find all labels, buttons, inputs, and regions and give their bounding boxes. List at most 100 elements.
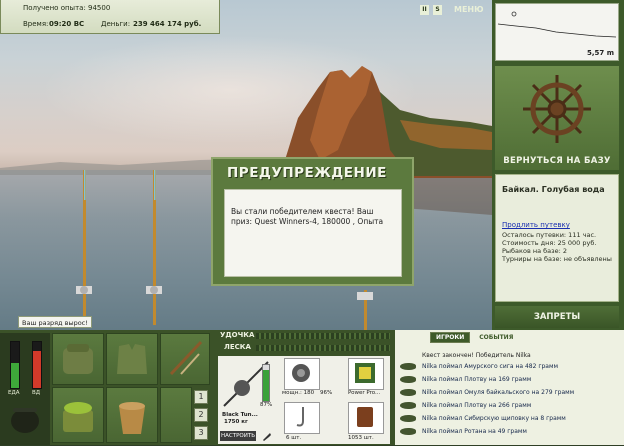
health-gauge <box>32 341 42 389</box>
tournaments-status: Турниры на базе: не объявлены <box>502 255 612 263</box>
health-label: ВД <box>32 390 41 396</box>
time-value: 09:20 ВС <box>49 20 85 28</box>
day-cost: Стоимость дня: 25 000 руб. <box>502 239 597 247</box>
line-tension-bar <box>256 345 390 351</box>
fishing-rod-2[interactable] <box>146 170 162 325</box>
rod-tool-icon <box>169 340 203 376</box>
chat-line: Nilka поймал Амурского сига на 482 грамм <box>400 362 622 373</box>
hook-icon <box>296 407 304 427</box>
food-gauge <box>10 341 20 389</box>
tab-players[interactable]: ИГРОКИ <box>430 332 471 343</box>
inventory-slot-tools[interactable] <box>160 333 210 385</box>
bait-count: 1053 шт. <box>348 435 374 441</box>
bait-basket-icon <box>63 402 93 432</box>
setup-button[interactable]: НАСТРОИТЬ <box>220 431 256 441</box>
fishing-rod-3[interactable] <box>357 290 373 330</box>
dialog-body: Вы стали победителем квеста! Ваш приз: Q… <box>224 189 402 277</box>
location-panel: Байкал. Голубая вода Продлить путевку Ос… <box>495 174 619 302</box>
fish-icon <box>400 376 416 383</box>
inventory-slot-empty[interactable] <box>160 387 192 443</box>
anglers-count: Рыбаков на базе: 2 <box>502 247 567 255</box>
player-info-panel: Получено опыта: 94500 Время: 09:20 ВС Де… <box>0 0 220 34</box>
chat-line-text: Nilka поймал Плотву на 169 грамм <box>422 376 532 383</box>
cauldron-icon[interactable] <box>8 403 42 437</box>
dialog-title: ПРЕДУПРЕЖДЕНИЕ <box>227 165 387 181</box>
reel-slot[interactable] <box>284 358 320 390</box>
equipment-panel: 87% Black Tun... 1750 кг НАСТРОИТЬ мощн.… <box>218 356 390 444</box>
hook-count: 6 шт. <box>286 435 302 441</box>
line-slot[interactable] <box>348 358 384 390</box>
warning-dialog[interactable]: ПРЕДУПРЕЖДЕНИЕ Вы стали победителем квес… <box>211 157 414 286</box>
rod-name: Black Tun... <box>222 412 258 418</box>
extend-trip-link[interactable]: Продлить путевку <box>502 221 570 229</box>
chat-line: Nilka поймал Плотву на 169 грамм <box>400 375 622 386</box>
chat-tabs: ИГРОКИ СОБЫТИЯ <box>430 332 522 343</box>
dialog-message: Вы стали победителем квеста! Ваш приз: Q… <box>231 207 384 226</box>
fish-icon <box>400 402 416 409</box>
trip-remaining: Осталось путевки: 111 час. <box>502 231 597 239</box>
rod-durability-bar <box>262 364 270 402</box>
hook-slot[interactable] <box>284 402 320 434</box>
top-menu-bar: II S МЕНЮ <box>418 5 492 19</box>
bait-slot[interactable] <box>348 402 384 434</box>
slot-number-1[interactable]: 1 <box>194 390 208 404</box>
chat-header-text: Квест закончен! Победитель Nilka <box>422 352 531 359</box>
depth-readout: 5,57 m <box>586 49 614 57</box>
return-to-base-button[interactable]: ВЕРНУТЬСЯ НА БАЗУ <box>495 152 619 170</box>
boat-marker-icon <box>511 11 517 17</box>
reel-icon <box>292 364 310 382</box>
slot-number-3[interactable]: 3 <box>194 426 208 440</box>
fishing-rod-1[interactable] <box>76 170 92 320</box>
vest-icon <box>117 344 147 374</box>
inventory-slot-clothes[interactable] <box>106 333 158 385</box>
bait-can-icon <box>357 407 373 427</box>
chat-line-text: Nilka поймал Ротана на 49 грамм <box>422 428 527 435</box>
tab-events[interactable]: СОБЫТИЯ <box>473 332 520 343</box>
food-gauge-fill <box>11 362 19 388</box>
chat-line: Nilka поймал Плотву на 266 грамм <box>400 401 622 412</box>
chat-header: Квест закончен! Победитель Nilka <box>400 351 622 362</box>
menu-button[interactable]: МЕНЮ <box>454 5 484 14</box>
bucket-icon <box>119 402 145 434</box>
chat-line: Nilka поймал Ротана на 49 грамм <box>400 427 622 438</box>
slot-number-2[interactable]: 2 <box>194 408 208 422</box>
chat-line: Nilka поймал Омуля байкальского на 279 г… <box>400 388 622 399</box>
sound-button[interactable]: S <box>433 5 442 15</box>
inventory-slot-basket[interactable] <box>52 387 104 443</box>
fish-icon <box>400 415 416 422</box>
money-value: 239 464 174 руб. <box>133 20 202 28</box>
line-name: Power Pro... <box>348 390 381 396</box>
location-title: Байкал. Голубая вода <box>502 185 605 194</box>
line-spool-icon <box>355 363 375 383</box>
fish-icon <box>400 389 416 396</box>
line-label: ЛЕСКА <box>224 343 251 351</box>
status-gauges: ЕДА ВД <box>0 333 50 445</box>
experience-text: Получено опыта: 94500 <box>23 4 111 12</box>
reel-info: мощн.: 180 <box>282 390 315 396</box>
rod-weight: 1750 кг <box>224 419 248 425</box>
fish-icon <box>400 428 416 435</box>
chat-line-text: Nilka поймал Омуля байкальского на 279 г… <box>422 389 575 396</box>
rod-label: УДОЧКА <box>220 331 255 339</box>
backpack-icon <box>63 344 93 374</box>
rank-up-popup[interactable]: Ваш разряд вырос! <box>18 316 92 328</box>
time-label: Время: <box>23 20 49 28</box>
chat-line-text: Nilka поймал Сибирскую щиповку на 8 грам… <box>422 415 566 422</box>
pause-button[interactable]: II <box>420 5 429 15</box>
money-label: Деньги: <box>101 20 131 28</box>
inventory-slot-bucket[interactable] <box>106 387 158 443</box>
reel-percent: 96% <box>320 390 333 396</box>
ship-wheel-icon <box>523 75 591 143</box>
depth-map[interactable]: 5,57 m <box>495 3 619 61</box>
rod-tension-bar <box>256 333 390 339</box>
inventory-slot-bag[interactable] <box>52 333 104 385</box>
chat-line-text: Nilka поймал Амурского сига на 482 грамм <box>422 363 559 370</box>
bans-button[interactable]: ЗАПРЕТЫ <box>495 306 619 328</box>
fish-icon <box>400 363 416 370</box>
wrench-icon[interactable] <box>262 432 272 441</box>
health-gauge-fill <box>33 351 41 388</box>
chat-line-text: Nilka поймал Плотву на 266 грамм <box>422 402 532 409</box>
food-label: ЕДА <box>8 390 20 396</box>
chat-line: Nilka поймал Сибирскую щиповку на 8 грам… <box>400 414 622 425</box>
rod-percent: 87% <box>260 402 273 408</box>
